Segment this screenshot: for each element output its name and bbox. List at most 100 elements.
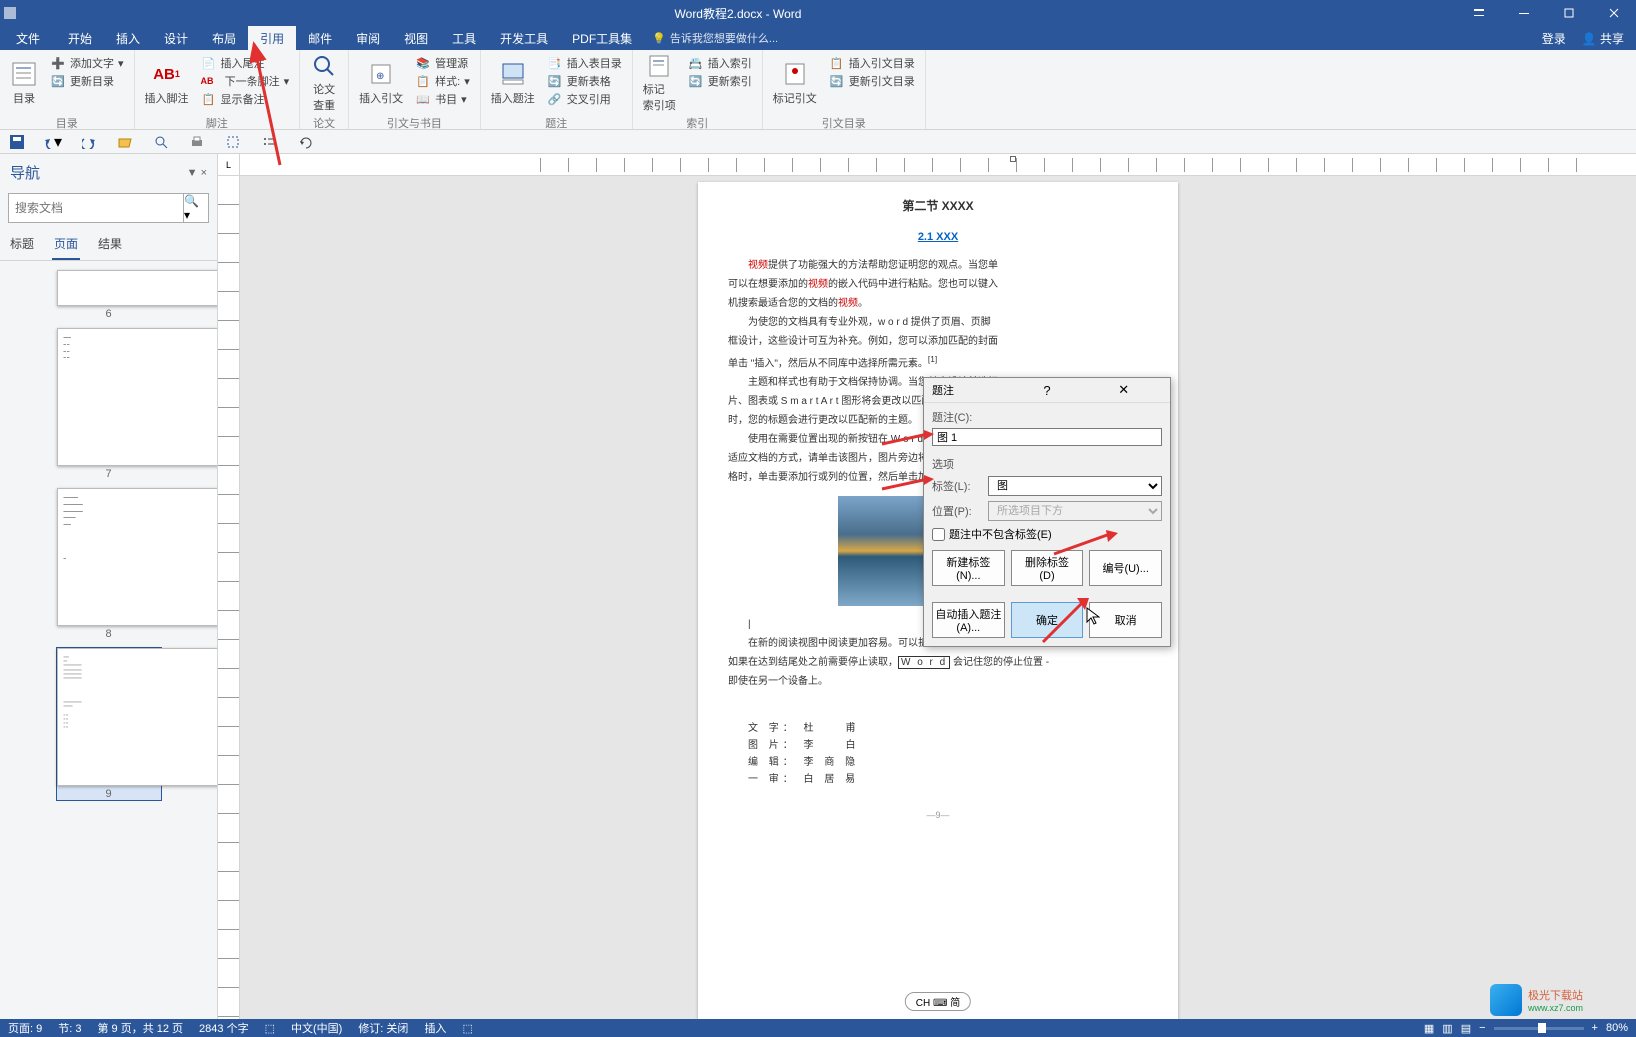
insert-footnote-button[interactable]: AB1 插入脚注 [141, 52, 193, 114]
thumbnail-6[interactable]: 6 [56, 269, 162, 321]
tab-tools[interactable]: 工具 [440, 26, 488, 50]
tab-mail[interactable]: 邮件 [296, 26, 344, 50]
ok-button[interactable]: 确定 [1011, 602, 1084, 638]
save-button[interactable] [8, 133, 26, 151]
tab-dev[interactable]: 开发工具 [488, 26, 560, 50]
new-label-button[interactable]: 新建标签(N)... [932, 550, 1005, 586]
qat-rotate-button[interactable] [296, 133, 314, 151]
add-text-button[interactable]: ➕添加文字 ▾ [46, 54, 128, 72]
show-notes-button[interactable]: 📋显示备注 [197, 90, 294, 108]
nav-search-button[interactable]: 🔍 ▾ [183, 193, 209, 223]
thumbnail-9[interactable]: ━━━━━━━━━━━━━━━━━━━━━━━━━━━━━━━━━━━━━━━━… [56, 647, 162, 801]
ruler-corner[interactable]: L [218, 154, 239, 176]
tab-design[interactable]: 设计 [152, 26, 200, 50]
close-button[interactable] [1591, 0, 1636, 26]
auto-caption-button[interactable]: 自动插入题注(A)... [932, 602, 1005, 638]
delete-label-button[interactable]: 删除标签(D) [1011, 550, 1084, 586]
qat-open-button[interactable] [116, 133, 134, 151]
status-lang-icon[interactable]: ⬚ [265, 1022, 275, 1035]
status-section[interactable]: 节: 3 [58, 1020, 81, 1036]
citation-icon: ⊕ [367, 60, 395, 88]
zoom-slider[interactable] [1494, 1027, 1584, 1030]
insert-citation-button[interactable]: ⊕ 插入引文 [355, 52, 407, 114]
qat-preview-button[interactable] [152, 133, 170, 151]
status-words[interactable]: 2843 个字 [199, 1020, 249, 1036]
mark-entry-button[interactable]: 标记 索引项 [639, 52, 680, 114]
insert-endnote-button[interactable]: 📄插入尾注 [197, 54, 294, 72]
qat-selection-button[interactable] [224, 133, 242, 151]
app-icon [0, 7, 20, 19]
label-select[interactable]: 图 [988, 476, 1162, 496]
update-authority-button[interactable]: 🔄更新引文目录 [825, 72, 919, 90]
zoom-out-button[interactable]: − [1479, 1022, 1485, 1034]
dialog-title: 题注 [932, 382, 1009, 398]
caption-icon [499, 60, 527, 88]
group-label-footnote: 脚注 [141, 114, 294, 132]
nav-search-input[interactable] [8, 193, 183, 223]
manage-sources-button[interactable]: 📚管理源 [411, 54, 474, 72]
thumbnail-8[interactable]: ━━━━━━━━━━━━━━━━━━━━━━━━━━━━━━━8 [56, 487, 162, 641]
ribbon-options-icon[interactable] [1456, 0, 1501, 26]
nav-close-icon[interactable]: × [201, 167, 207, 179]
status-page[interactable]: 页面: 9 [8, 1020, 42, 1036]
nav-tab-pages[interactable]: 页面 [52, 231, 80, 260]
view-read-icon[interactable]: ▦ [1424, 1022, 1434, 1035]
share-button[interactable]: 👤 共享 [1582, 30, 1624, 47]
position-label: 位置(P): [932, 503, 984, 519]
qat-bullets-button[interactable] [260, 133, 278, 151]
qat-print-button[interactable] [188, 133, 206, 151]
tab-review[interactable]: 审阅 [344, 26, 392, 50]
nav-dropdown-icon[interactable]: ▼ [187, 167, 198, 179]
tab-references[interactable]: 引用 [248, 26, 296, 50]
zoom-level[interactable]: 80% [1606, 1022, 1628, 1034]
update-table-button[interactable]: 🔄更新表格 [543, 72, 626, 90]
tab-pdf[interactable]: PDF工具集 [560, 26, 644, 50]
update-toc-button[interactable]: 🔄更新目录 [46, 72, 128, 90]
insert-index-button[interactable]: 📇插入索引 [684, 54, 756, 72]
tab-file[interactable]: 文件 [0, 26, 56, 50]
exclude-label-checkbox[interactable]: 题注中不包含标签(E) [932, 526, 1162, 542]
next-footnote-button[interactable]: AB 下一条脚注 ▾ [197, 72, 294, 90]
research-button[interactable]: 论文 查重 [306, 52, 342, 114]
ime-indicator[interactable]: CH ⌨ 简 [905, 992, 971, 1011]
status-insert[interactable]: 插入 [424, 1020, 446, 1036]
maximize-button[interactable] [1546, 0, 1591, 26]
tell-me-search[interactable]: 💡 告诉我您想要做什么... [644, 26, 786, 50]
horizontal-ruler[interactable] [240, 154, 1636, 176]
zoom-in-button[interactable]: + [1592, 1022, 1598, 1034]
vertical-ruler[interactable] [218, 176, 239, 1019]
view-web-icon[interactable]: ▤ [1461, 1022, 1471, 1035]
status-track[interactable]: 修订: 关闭 [358, 1020, 408, 1036]
tab-home[interactable]: 开始 [56, 26, 104, 50]
thumbnail-7[interactable]: ━━━━ ━━ ━━ ━7 [56, 327, 162, 481]
minimize-button[interactable] [1501, 0, 1546, 26]
view-print-icon[interactable]: ▥ [1442, 1022, 1452, 1035]
mark-citation-button[interactable]: 标记引文 [769, 52, 821, 114]
numbering-button[interactable]: 编号(U)... [1089, 550, 1162, 586]
tab-layout[interactable]: 布局 [200, 26, 248, 50]
nav-tab-headings[interactable]: 标题 [8, 231, 36, 260]
dialog-help-icon[interactable]: ? [1009, 383, 1086, 398]
tab-insert[interactable]: 插入 [104, 26, 152, 50]
status-page-of[interactable]: 第 9 页，共 12 页 [97, 1020, 183, 1036]
dialog-close-icon[interactable]: ✕ [1085, 382, 1162, 398]
nav-tab-results[interactable]: 结果 [96, 231, 124, 260]
bibliography-button[interactable]: 📖书目 ▾ [411, 90, 474, 108]
cross-reference-button[interactable]: 🔗交叉引用 [543, 90, 626, 108]
ribbon: 目录 ➕添加文字 ▾ 🔄更新目录 目录 AB1 插入脚注 📄插入尾注 AB 下一… [0, 50, 1636, 130]
caption-text-input[interactable] [932, 428, 1162, 446]
redo-button[interactable] [80, 133, 98, 151]
insert-caption-button[interactable]: 插入题注 [487, 52, 539, 114]
login-link[interactable]: 登录 [1542, 30, 1566, 47]
status-ext[interactable]: ⬚ [462, 1022, 472, 1035]
update-index-button[interactable]: 🔄更新索引 [684, 72, 756, 90]
undo-button[interactable]: ▾ [44, 133, 62, 151]
insert-authority-button[interactable]: 📋插入引文目录 [825, 54, 919, 72]
tab-view[interactable]: 视图 [392, 26, 440, 50]
status-language[interactable]: 中文(中国) [291, 1020, 342, 1036]
cancel-button[interactable]: 取消 [1089, 602, 1162, 638]
group-label-toc: 目录 [6, 114, 128, 132]
toc-button[interactable]: 目录 [6, 52, 42, 114]
insert-table-figures-button[interactable]: 📑插入表目录 [543, 54, 626, 72]
citation-style-dropdown[interactable]: 📋样式: ▾ [411, 72, 474, 90]
